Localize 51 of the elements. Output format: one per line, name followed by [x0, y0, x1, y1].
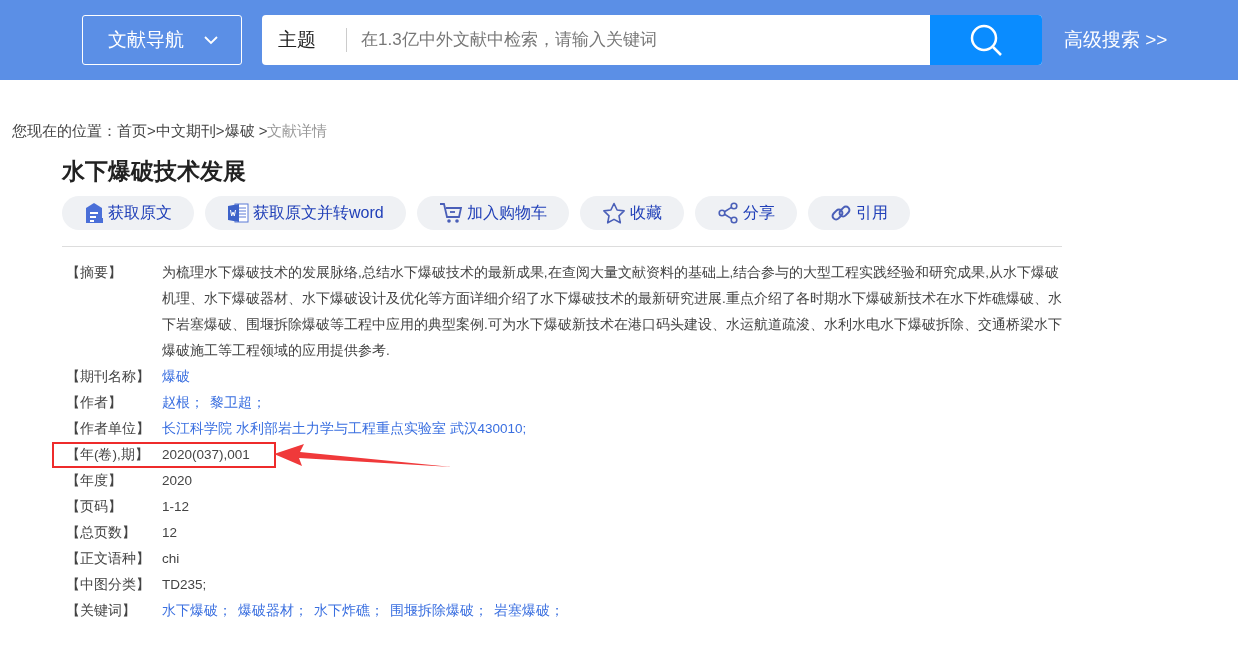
field-link[interactable]: 赵根； — [162, 390, 204, 416]
field-label: 【关键词】 — [65, 602, 137, 620]
field-label: 【正文语种】 — [65, 550, 151, 568]
word-document-icon — [227, 202, 249, 224]
field-value: TD235; — [162, 576, 208, 594]
star-icon — [601, 202, 626, 224]
field-value: 为梳理水下爆破技术的发展脉络,总结水下爆破技术的最新成果,在查阅大量文献资料的基础上,结合参与的大型工程实践经验和研究成果,从水下爆破机理、水下爆破器材、水下爆破设计及优化等方面详细介绍了水下爆破技术的最新研究进展.重点介绍了各时期水下爆破新技术在水下炸礁爆破、水下岩塞爆破、围堰拆除爆破等工程中应用的典型案例.可为水下爆破新技术在港口码头建设、水运航道疏浚、水利水电水下爆破拆除、交通桥梁水下爆破施工等工程领域的应用提供参考. — [162, 264, 1062, 360]
cite-button[interactable]: 引用 — [807, 196, 910, 230]
search-button[interactable] — [930, 15, 1042, 65]
favorite-button[interactable]: 收藏 — [579, 196, 684, 230]
breadcrumb-separator: > — [147, 122, 156, 139]
breadcrumb-prefix: 您现在的位置： — [12, 122, 117, 139]
share-icon — [716, 202, 739, 224]
field-value: 2020(037),001 — [162, 446, 251, 464]
get-word-button[interactable]: 获取原文并转word — [205, 196, 406, 230]
field-link[interactable]: 水下炸礁； — [314, 598, 384, 624]
breadcrumb-link[interactable]: 爆破 — [224, 122, 255, 139]
breadcrumb-link[interactable]: 首页 — [117, 122, 147, 139]
field-link[interactable]: 水下爆破； — [162, 598, 232, 624]
field-label: 【期刊名称】 — [65, 368, 151, 386]
field-link[interactable]: 爆破 — [162, 364, 190, 390]
field-link[interactable]: 围堰拆除爆破； — [390, 598, 488, 624]
field-value: 2020 — [162, 472, 194, 490]
field-label: 【作者】 — [65, 394, 123, 412]
document-icon — [84, 202, 104, 224]
field-label: 【摘要】 — [65, 264, 123, 282]
field-link[interactable]: 爆破器材； — [238, 598, 308, 624]
breadcrumb-link[interactable]: 中文期刊 — [155, 122, 216, 139]
get-fulltext-button[interactable]: 获取原文 — [62, 196, 194, 230]
field-label: 【中图分类】 — [65, 576, 151, 594]
field-label: 【年度】 — [65, 472, 123, 490]
field-link[interactable]: 岩塞爆破； — [494, 598, 564, 624]
document-title: 水下爆破技术发展 — [62, 157, 247, 186]
breadcrumb-separator: > — [257, 122, 268, 139]
field-label: 【年(卷),期】 — [65, 446, 150, 464]
field-label: 【作者单位】 — [65, 420, 151, 438]
search-icon — [969, 23, 1003, 57]
search-box[interactable]: 主题 在1.3亿中外文献中检索，请输入关键词 — [262, 15, 1042, 65]
field-link[interactable]: 黎卫超； — [210, 390, 266, 416]
field-value: 12 — [162, 524, 179, 542]
field-label: 【总页数】 — [65, 524, 137, 542]
breadcrumb-current: 文献详情 — [267, 122, 328, 139]
chevron-down-icon — [204, 35, 218, 45]
field-label: 【页码】 — [65, 498, 123, 516]
field-value: chi — [162, 550, 181, 568]
add-to-cart-button[interactable]: 加入购物车 — [416, 196, 569, 230]
breadcrumb-separator: > — [215, 122, 225, 139]
cart-icon — [438, 202, 463, 224]
share-button[interactable]: 分享 — [694, 196, 797, 230]
field-value: 1-12 — [162, 498, 191, 516]
field-link[interactable]: 长江科学院 水利部岩土力学与工程重点实验室 武汉430010; — [162, 416, 527, 442]
